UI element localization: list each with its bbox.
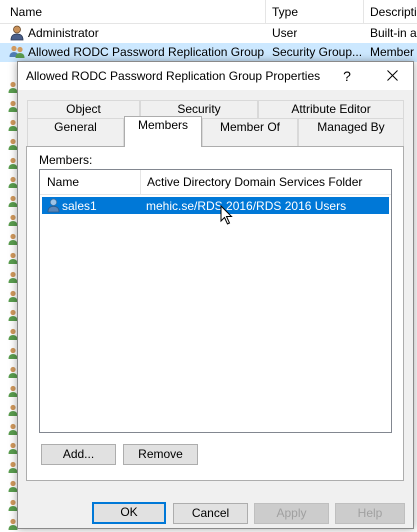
user-icon <box>47 198 60 213</box>
item-description: Built-in a <box>370 26 417 40</box>
column-header-folder[interactable]: Active Directory Domain Services Folder <box>147 175 362 189</box>
members-list-header: Name Active Directory Domain Services Fo… <box>40 170 391 195</box>
members-tab-panel: Members: Name Active Directory Domain Se… <box>26 146 404 481</box>
mouse-pointer-icon <box>220 205 233 225</box>
column-separator[interactable] <box>140 170 141 195</box>
item-type: Security Group... <box>272 45 363 59</box>
remove-button[interactable]: Remove <box>123 444 198 465</box>
add-button[interactable]: Add... <box>41 444 116 465</box>
list-header: Name Type Descripti <box>0 0 417 24</box>
column-header-type[interactable]: Type <box>272 5 298 19</box>
column-header-name[interactable]: Name <box>47 175 79 189</box>
help-button[interactable]: Help <box>335 503 405 524</box>
list-item[interactable]: Administrator User Built-in a <box>0 24 417 43</box>
item-name: Allowed RODC Password Replication Group <box>28 45 265 59</box>
list-item-selected[interactable]: Allowed RODC Password Replication Group … <box>0 43 417 62</box>
help-title-button[interactable]: ? <box>336 66 358 86</box>
item-description: Member <box>370 45 415 59</box>
properties-dialog: Allowed RODC Password Replication Group … <box>17 61 414 529</box>
member-name: sales1 <box>62 199 97 213</box>
tab-members[interactable]: Members <box>124 116 202 147</box>
group-icon <box>9 45 25 58</box>
cancel-button[interactable]: Cancel <box>173 503 248 524</box>
apply-button[interactable]: Apply <box>254 503 329 524</box>
title-bar[interactable]: Allowed RODC Password Replication Group … <box>18 62 413 90</box>
tab-managed-by[interactable]: Managed By <box>298 118 404 146</box>
close-button[interactable] <box>381 66 403 86</box>
members-list[interactable]: Name Active Directory Domain Services Fo… <box>39 169 392 433</box>
member-row-selected[interactable]: sales1 mehic.se/RDS 2016/RDS 2016 Users <box>42 197 389 214</box>
member-folder: mehic.se/RDS 2016/RDS 2016 Users <box>146 199 347 213</box>
ok-button[interactable]: OK <box>92 502 166 524</box>
dialog-title: Allowed RODC Password Replication Group … <box>26 69 321 83</box>
tab-attribute-editor[interactable]: Attribute Editor <box>258 100 404 119</box>
item-name: Administrator <box>28 26 99 40</box>
column-separator[interactable] <box>265 0 266 24</box>
members-label: Members: <box>39 153 93 167</box>
item-type: User <box>272 26 298 40</box>
user-icon <box>10 25 24 41</box>
column-header-description[interactable]: Descripti <box>370 5 417 19</box>
tab-general[interactable]: General <box>27 118 124 146</box>
column-header-name[interactable]: Name <box>10 5 42 19</box>
tab-member-of[interactable]: Member Of <box>202 118 298 146</box>
close-icon <box>386 70 398 81</box>
column-separator[interactable] <box>363 0 364 24</box>
